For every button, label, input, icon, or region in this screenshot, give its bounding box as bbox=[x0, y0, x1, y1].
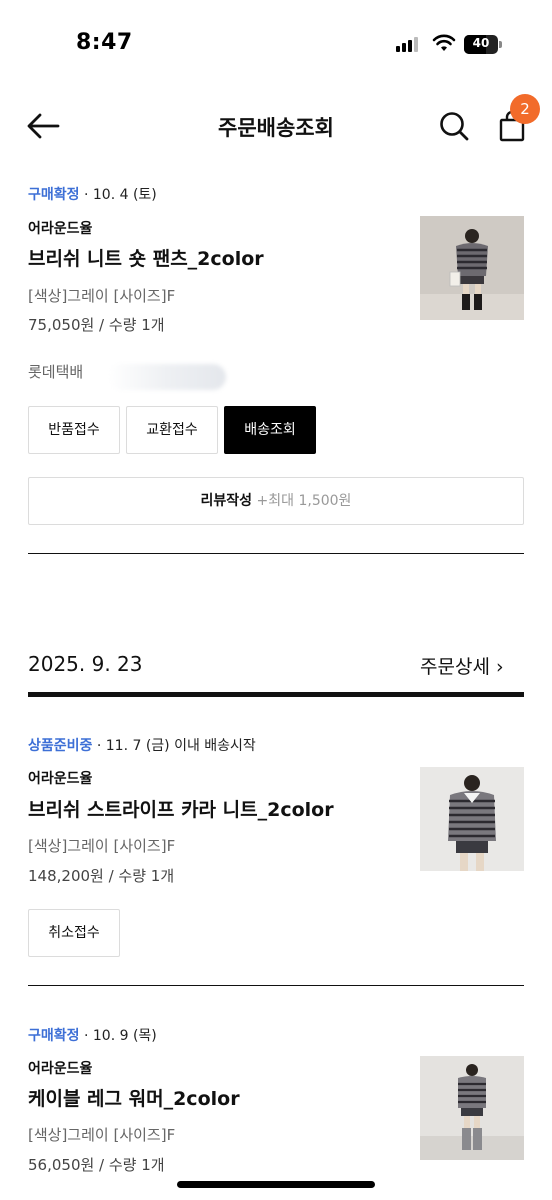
cart-count-badge: 2 bbox=[510, 94, 540, 124]
product-name[interactable]: 케이블 레그 워머_2color bbox=[28, 1084, 240, 1111]
cancel-order-button[interactable]: 취소접수 bbox=[28, 909, 120, 957]
order-status-date: · 10. 9 (목) bbox=[79, 1028, 157, 1044]
battery-icon: 40 bbox=[464, 35, 502, 54]
return-button[interactable]: 반품접수 bbox=[28, 406, 120, 454]
search-icon bbox=[440, 112, 469, 141]
product-name[interactable]: 브리쉬 스트라이프 카라 니트_2color bbox=[28, 795, 334, 822]
product-price: 148,200원 / 수량 1개 bbox=[28, 867, 175, 885]
brand-name[interactable]: 어라운드율 bbox=[28, 1058, 92, 1078]
order-status-line: 상품준비중 · 11. 7 (금) 이내 배송시작 bbox=[28, 735, 256, 755]
write-review-label: 리뷰작성 bbox=[200, 493, 253, 509]
order-status: 구매확정 bbox=[28, 187, 80, 203]
order-date: 2025. 9. 23 bbox=[28, 652, 143, 676]
status-time: 8:47 bbox=[76, 30, 133, 55]
product-name[interactable]: 브리쉬 니트 숏 팬츠_2color bbox=[28, 244, 264, 271]
order-status-line: 구매확정 · 10. 4 (토) bbox=[28, 184, 157, 204]
signal-icon bbox=[396, 36, 422, 52]
product-option: [색상]그레이 [사이즈]F bbox=[28, 287, 176, 305]
section-divider bbox=[28, 985, 524, 986]
order-group-divider bbox=[28, 692, 524, 697]
order-detail-link[interactable]: 주문상세 › bbox=[420, 652, 504, 679]
track-delivery-button[interactable]: 배송조회 bbox=[224, 406, 316, 454]
battery-level-text: 40 bbox=[472, 36, 490, 50]
write-review-button[interactable]: 리뷰작성 +최대 1,500원 bbox=[28, 477, 524, 525]
brand-name[interactable]: 어라운드율 bbox=[28, 218, 92, 238]
section-divider bbox=[28, 553, 524, 554]
order-status: 상품준비중 bbox=[28, 738, 93, 754]
product-option: [색상]그레이 [사이즈]F bbox=[28, 1126, 176, 1144]
wifi-icon bbox=[432, 33, 456, 53]
header: 주문배송조회 bbox=[0, 96, 552, 156]
courier-name: 롯데택배 bbox=[28, 363, 84, 381]
exchange-button[interactable]: 교환접수 bbox=[126, 406, 218, 454]
order-status-date: · 10. 4 (토) bbox=[79, 187, 157, 203]
tracking-number-redacted bbox=[108, 364, 226, 390]
product-thumbnail[interactable] bbox=[420, 767, 524, 871]
brand-name[interactable]: 어라운드율 bbox=[28, 768, 92, 788]
home-indicator bbox=[177, 1181, 375, 1188]
status-bar: 8:47 40 bbox=[0, 0, 552, 80]
product-price: 75,050원 / 수량 1개 bbox=[28, 316, 165, 334]
review-reward: +최대 1,500원 bbox=[252, 493, 352, 509]
search-button[interactable] bbox=[436, 108, 472, 144]
order-status: 구매확정 bbox=[28, 1028, 80, 1044]
product-option: [색상]그레이 [사이즈]F bbox=[28, 837, 176, 855]
product-thumbnail[interactable] bbox=[420, 1056, 524, 1160]
order-status-line: 구매확정 · 10. 9 (목) bbox=[28, 1025, 157, 1045]
order-status-date: · 11. 7 (금) 이내 배송시작 bbox=[92, 738, 256, 754]
product-price: 56,050원 / 수량 1개 bbox=[28, 1156, 165, 1174]
product-thumbnail[interactable] bbox=[420, 216, 524, 320]
